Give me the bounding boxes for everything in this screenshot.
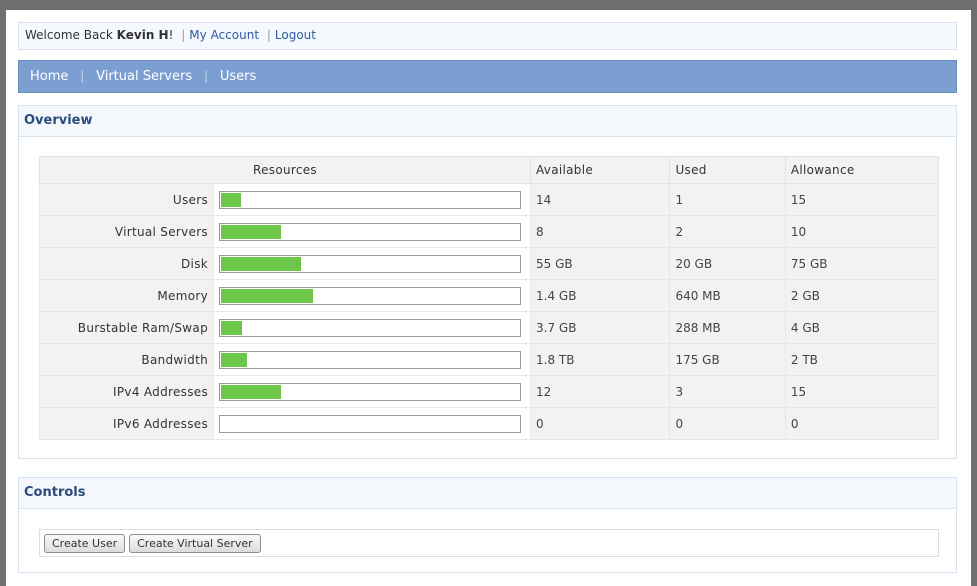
usage-bar	[219, 382, 521, 401]
usage-bar-fill	[221, 288, 313, 303]
available-value: 8	[529, 215, 671, 248]
available-value: 1.8 TB	[529, 343, 671, 376]
usage-bar-cell	[213, 279, 531, 312]
usage-bar	[219, 318, 521, 337]
table-row: IPv4 Addresses 12 3 15	[39, 375, 940, 408]
username: Kevin H	[116, 28, 169, 42]
used-value: 2	[669, 215, 786, 248]
column-header-used: Used	[669, 156, 786, 184]
usage-bar-fill	[221, 224, 281, 239]
used-value: 20 GB	[669, 247, 786, 280]
resource-label: Disk	[39, 247, 214, 280]
column-header-allowance: Allowance	[784, 156, 940, 184]
resources-table: Resources Available Used Allowance Users…	[39, 156, 940, 440]
create-virtual-server-button[interactable]: Create Virtual Server	[129, 534, 261, 553]
main-nav: Home | Virtual Servers | Users	[18, 60, 957, 93]
logout-link[interactable]: Logout	[275, 28, 316, 42]
used-value: 3	[669, 375, 786, 408]
usage-bar	[219, 254, 521, 273]
available-value: 14	[529, 183, 671, 216]
usage-bar-cell	[213, 375, 531, 408]
page: Welcome Back Kevin H! | My Account | Logou…	[6, 10, 971, 586]
table-row: Users 14 1 15	[39, 183, 940, 216]
allowance-value: 2 TB	[784, 343, 940, 376]
nav-item-home[interactable]: Home	[30, 69, 68, 84]
controls-panel: Controls Create User Create Virtual Serve…	[18, 477, 957, 573]
allowance-value: 4 GB	[784, 311, 940, 344]
available-value: 0	[529, 407, 671, 440]
resource-label: Burstable Ram/Swap	[39, 311, 214, 344]
usage-bar	[219, 350, 521, 369]
usage-bar	[219, 414, 521, 433]
separator: |	[181, 28, 186, 42]
separator: |	[266, 28, 271, 42]
used-value: 1	[669, 183, 786, 216]
overview-panel: Overview Resources Available Used Allowa…	[18, 105, 957, 459]
resource-label: Memory	[39, 279, 214, 312]
allowance-value: 2 GB	[784, 279, 940, 312]
usage-bar-fill	[221, 192, 241, 207]
nav-item-virtual-servers[interactable]: Virtual Servers	[96, 69, 192, 84]
available-value: 12	[529, 375, 671, 408]
used-value: 640 MB	[669, 279, 786, 312]
welcome-prefix: Welcome Back	[25, 28, 113, 42]
allowance-value: 75 GB	[784, 247, 940, 280]
controls-toolbar: Create User Create Virtual Server	[39, 529, 939, 557]
resource-label: Bandwidth	[39, 343, 214, 376]
my-account-link[interactable]: My Account	[189, 28, 259, 42]
separator: |	[80, 69, 85, 83]
usage-bar-cell	[213, 311, 531, 344]
column-header-available: Available	[529, 156, 671, 184]
available-value: 1.4 GB	[529, 279, 671, 312]
usage-bar-cell	[213, 183, 531, 216]
table-header-row: Resources Available Used Allowance	[39, 156, 940, 184]
table-row: Disk 55 GB 20 GB 75 GB	[39, 247, 940, 280]
table-row: Memory 1.4 GB 640 MB 2 GB	[39, 279, 940, 312]
used-value: 288 MB	[669, 311, 786, 344]
table-row: Virtual Servers 8 2 10	[39, 215, 940, 248]
usage-bar-fill	[221, 320, 242, 335]
controls-title: Controls	[19, 478, 956, 509]
overview-title: Overview	[19, 106, 956, 137]
available-value: 55 GB	[529, 247, 671, 280]
welcome-suffix: !	[168, 28, 174, 42]
used-value: 0	[669, 407, 786, 440]
allowance-value: 15	[784, 375, 940, 408]
allowance-value: 0	[784, 407, 940, 440]
column-header-resources: Resources	[39, 156, 531, 184]
table-row: Burstable Ram/Swap 3.7 GB 288 MB 4 GB	[39, 311, 940, 344]
usage-bar-cell	[213, 247, 531, 280]
resource-label: Users	[39, 183, 214, 216]
usage-bar-cell	[213, 343, 531, 376]
table-row: Bandwidth 1.8 TB 175 GB 2 TB	[39, 343, 940, 376]
usage-bar	[219, 190, 521, 209]
usage-bar-fill	[221, 256, 301, 271]
welcome-bar: Welcome Back Kevin H! | My Account | Logou…	[18, 22, 957, 50]
nav-item-users[interactable]: Users	[220, 69, 256, 84]
available-value: 3.7 GB	[529, 311, 671, 344]
allowance-value: 15	[784, 183, 940, 216]
used-value: 175 GB	[669, 343, 786, 376]
usage-bar-fill	[221, 352, 247, 367]
resource-label: Virtual Servers	[39, 215, 214, 248]
usage-bar-fill	[221, 384, 281, 399]
usage-bar-cell	[213, 407, 531, 440]
usage-bar	[219, 222, 521, 241]
table-row: IPv6 Addresses 0 0 0	[39, 407, 940, 440]
allowance-value: 10	[784, 215, 940, 248]
usage-bar-cell	[213, 215, 531, 248]
resource-label: IPv6 Addresses	[39, 407, 214, 440]
usage-bar	[219, 286, 521, 305]
separator: |	[203, 69, 208, 83]
create-user-button[interactable]: Create User	[44, 534, 126, 553]
resource-label: IPv4 Addresses	[39, 375, 214, 408]
